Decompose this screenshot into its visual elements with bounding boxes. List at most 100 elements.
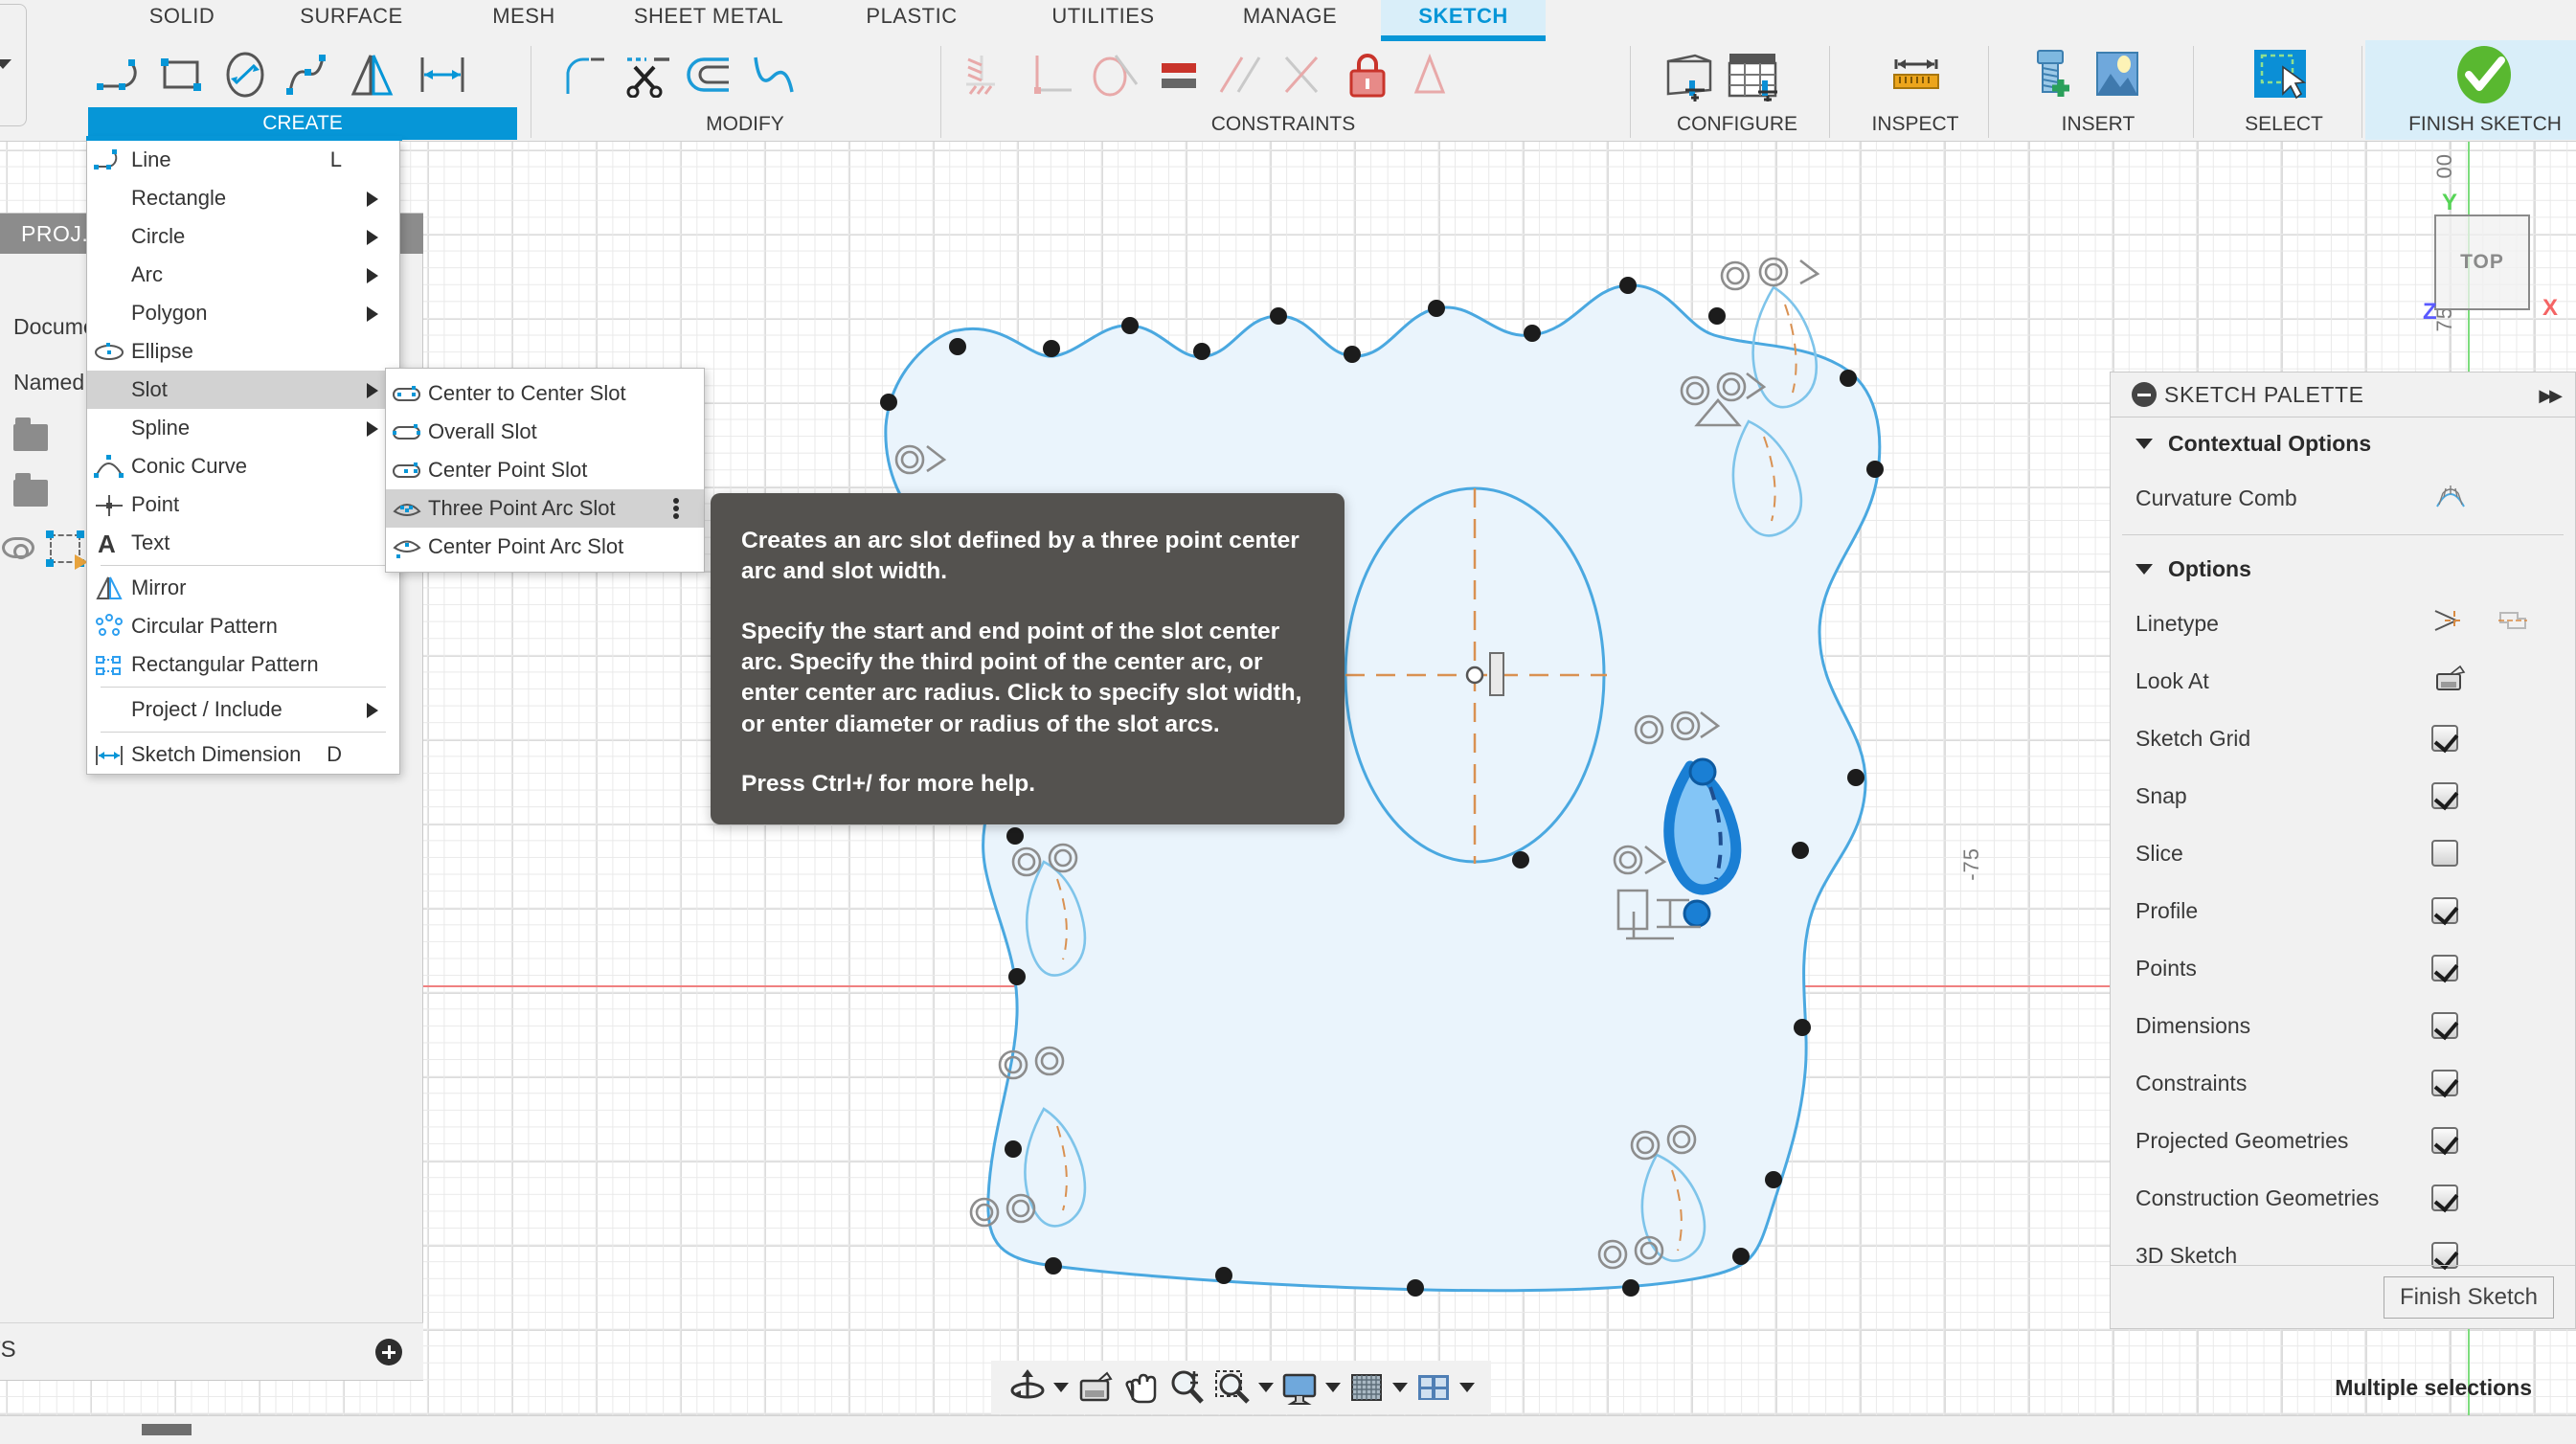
palette-row-constraints[interactable]: Constraints xyxy=(2111,1054,2575,1112)
palette-row-points[interactable]: Points xyxy=(2111,939,2575,997)
sketch-edit-icon[interactable] xyxy=(46,530,95,570)
tangent-icon[interactable] xyxy=(1084,41,1147,108)
finish-sketch-icon[interactable] xyxy=(2448,41,2511,108)
palette-row-curvature-comb[interactable]: Curvature Comb xyxy=(2111,469,2575,527)
file-menu-dropdown[interactable] xyxy=(0,4,27,126)
zoom-window-caret-icon[interactable] xyxy=(1255,1365,1277,1410)
ellipse-icon[interactable] xyxy=(215,41,278,108)
slot-menu-item-center-point-arc-slot[interactable]: Center Point Arc Slot xyxy=(386,528,704,566)
pin-right-icon[interactable]: ▶▶ xyxy=(2539,386,2563,406)
tab-manage[interactable]: MANAGE xyxy=(1199,0,1381,36)
slot-menu-item-overall-slot[interactable]: Overall Slot xyxy=(386,413,704,451)
tab-sketch[interactable]: SKETCH xyxy=(1381,0,1546,41)
insert-mcmaster-icon[interactable] xyxy=(2019,41,2082,108)
ribbon-group-finish-sketch-label[interactable]: FINISH SKETCH xyxy=(2365,113,2576,136)
change-parameters-icon[interactable] xyxy=(1657,41,1720,108)
fillet-icon[interactable] xyxy=(554,41,617,108)
create-menu-item-sketch-dimension[interactable]: Sketch Dimension D xyxy=(87,735,399,774)
coincident-icon[interactable] xyxy=(1274,41,1337,108)
palette-row-dimensions[interactable]: Dimensions xyxy=(2111,997,2575,1054)
grid-settings-caret-icon[interactable] xyxy=(1390,1365,1411,1410)
ribbon-group-select-label[interactable]: SELECT xyxy=(2206,113,2361,136)
zoom-icon[interactable] xyxy=(1164,1365,1209,1410)
ground-icon[interactable] xyxy=(958,41,1021,108)
timeline-nub[interactable] xyxy=(142,1424,192,1435)
overflow-menu-icon[interactable] xyxy=(673,498,679,519)
orbit-icon[interactable] xyxy=(1005,1365,1051,1410)
create-menu-item-circular-pattern[interactable]: Circular Pattern xyxy=(87,607,399,645)
create-menu-item-mirror[interactable]: Mirror xyxy=(87,569,399,607)
tab-plastic[interactable]: PLASTIC xyxy=(825,0,998,36)
browser-tree-row[interactable]: Named xyxy=(0,359,84,405)
grid-settings-icon[interactable] xyxy=(1344,1365,1390,1410)
checkbox[interactable] xyxy=(2431,1070,2458,1096)
add-circle-icon[interactable] xyxy=(375,1339,402,1365)
configuration-table-icon[interactable] xyxy=(1720,41,1783,108)
create-menu-item-ellipse[interactable]: Ellipse xyxy=(87,332,399,371)
linetype-centerline-icon[interactable] xyxy=(2495,605,2531,642)
linetype-construction-icon[interactable] xyxy=(2431,605,2468,642)
create-dropdown-menu[interactable]: Line L Rectangle Circle Arc Polygon Ellipse Slo… xyxy=(86,136,402,775)
palette-row-sketch-grid[interactable]: Sketch Grid xyxy=(2111,710,2575,767)
slot-menu-item-three-point-arc-slot[interactable]: Three Point Arc Slot xyxy=(386,489,704,528)
checkbox[interactable] xyxy=(2431,1012,2458,1039)
create-menu-item-text[interactable]: A Text xyxy=(87,524,399,562)
ribbon-group-inspect-label[interactable]: INSPECT xyxy=(1842,113,1988,136)
create-menu-item-spline[interactable]: Spline xyxy=(87,409,399,447)
palette-row-look-at[interactable]: Look At xyxy=(2111,652,2575,710)
checkbox[interactable] xyxy=(2431,725,2458,752)
sketch-dimension-icon[interactable] xyxy=(404,41,481,108)
palette-row-slice[interactable]: Slice xyxy=(2111,824,2575,882)
create-menu-item-arc[interactable]: Arc xyxy=(87,256,399,294)
viewports-icon[interactable] xyxy=(1411,1365,1457,1410)
slot-submenu[interactable]: Center to Center Slot Overall Slot Center … xyxy=(385,368,705,573)
look-at-icon[interactable] xyxy=(1072,1365,1118,1410)
ribbon-group-create-label[interactable]: CREATE xyxy=(88,107,517,140)
checkbox[interactable] xyxy=(2431,955,2458,981)
palette-section-header[interactable]: Options xyxy=(2111,543,2575,595)
equal-icon[interactable] xyxy=(1147,41,1210,108)
palette-row-construction-geometries[interactable]: Construction Geometries xyxy=(2111,1169,2575,1227)
display-settings-caret-icon[interactable] xyxy=(1322,1365,1344,1410)
curvature-icon[interactable] xyxy=(743,41,806,108)
pan-icon[interactable] xyxy=(1118,1365,1164,1410)
perpendicular-icon[interactable] xyxy=(1021,41,1084,108)
create-menu-item-polygon[interactable]: Polygon xyxy=(87,294,399,332)
viewports-caret-icon[interactable] xyxy=(1457,1365,1478,1410)
checkbox[interactable] xyxy=(2431,782,2458,809)
palette-section-header[interactable]: Contextual Options xyxy=(2111,417,2575,469)
zoom-window-icon[interactable] xyxy=(1209,1365,1255,1410)
checkbox[interactable] xyxy=(2431,1185,2458,1211)
display-settings-icon[interactable] xyxy=(1277,1365,1322,1410)
slot-menu-item-center-point-slot[interactable]: Center Point Slot xyxy=(386,451,704,489)
palette-row-projected-geometries[interactable]: Projected Geometries xyxy=(2111,1112,2575,1169)
rectangle-icon[interactable] xyxy=(151,41,215,108)
slot-menu-item-center-to-center-slot[interactable]: Center to Center Slot xyxy=(386,374,704,413)
ribbon-group-finish-sketch[interactable]: FINISH SKETCH xyxy=(2365,40,2576,140)
create-menu-item-project-include[interactable]: Project / Include xyxy=(87,690,399,729)
create-menu-item-slot[interactable]: Slot xyxy=(87,371,399,409)
mirror-icon[interactable] xyxy=(341,41,404,108)
minimize-icon[interactable] xyxy=(2132,382,2157,407)
palette-row-profile[interactable]: Profile xyxy=(2111,882,2575,939)
view-cube[interactable]: TOP xyxy=(2434,214,2530,310)
create-menu-item-line[interactable]: Line L xyxy=(87,141,399,179)
ribbon-group-insert-label[interactable]: INSERT xyxy=(2003,113,2193,136)
create-menu-item-point[interactable]: Point xyxy=(87,485,399,524)
ribbon-group-configure-label[interactable]: CONFIGURE xyxy=(1645,113,1829,136)
create-menu-item-conic-curve[interactable]: Conic Curve xyxy=(87,447,399,485)
offset-icon[interactable] xyxy=(680,41,743,108)
measure-icon[interactable] xyxy=(1883,41,1946,108)
spline-icon[interactable] xyxy=(278,41,341,108)
lock-icon[interactable] xyxy=(1337,41,1400,108)
curvature-comb-icon[interactable] xyxy=(2431,480,2470,516)
tab-surface[interactable]: SURFACE xyxy=(260,0,442,36)
orbit-caret-icon[interactable] xyxy=(1051,1365,1072,1410)
checkbox[interactable] xyxy=(2431,897,2458,924)
checkbox[interactable] xyxy=(2431,1127,2458,1154)
create-menu-item-rectangle[interactable]: Rectangle xyxy=(87,179,399,217)
tab-utilities[interactable]: UTILITIES xyxy=(1007,0,1199,36)
tab-solid[interactable]: SOLID xyxy=(105,0,259,36)
checkbox[interactable] xyxy=(2431,840,2458,867)
finish-sketch-button[interactable]: Finish Sketch xyxy=(2383,1275,2554,1319)
